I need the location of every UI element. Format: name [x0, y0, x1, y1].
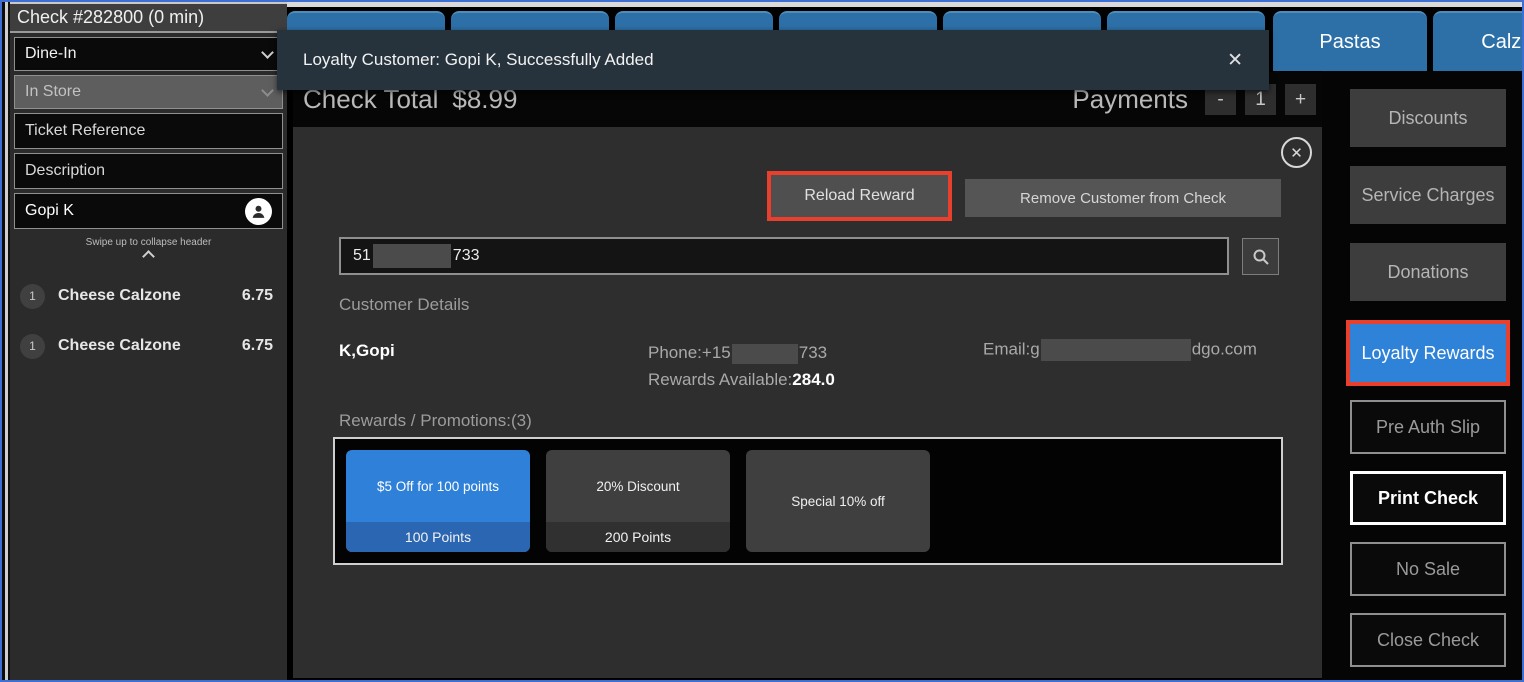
person-icon[interactable]: [245, 198, 272, 225]
reward-title: Special 10% off: [746, 450, 930, 552]
window-left-edge: [2, 2, 10, 680]
phone-label: Phone:: [648, 343, 702, 362]
quantity-badge: 1: [20, 284, 45, 309]
loyalty-rewards-panel: ✕ Reload Reward Remove Customer from Che…: [293, 127, 1322, 678]
discounts-button[interactable]: Discounts: [1350, 89, 1506, 147]
chevron-down-icon: [261, 84, 274, 97]
reload-reward-button[interactable]: Reload Reward: [771, 175, 948, 217]
redaction-box: [1041, 339, 1191, 361]
reward-card[interactable]: 20% Discount 200 Points: [546, 450, 730, 552]
item-price: 6.75: [242, 287, 273, 305]
quantity-badge: 1: [20, 334, 45, 359]
chevron-down-icon: [261, 46, 274, 59]
phone-suffix: 733: [799, 343, 827, 362]
customer-name-field[interactable]: Gopi K: [14, 193, 283, 229]
customer-name-value: Gopi K: [25, 202, 74, 220]
reward-card[interactable]: Special 10% off: [746, 450, 930, 552]
loyalty-rewards-button[interactable]: Loyalty Rewards: [1350, 324, 1506, 382]
rewards-available-value: 284.0: [792, 370, 835, 389]
collapse-header-hint: Swipe up to collapse header: [10, 237, 287, 248]
pre-auth-slip-button[interactable]: Pre Auth Slip: [1350, 400, 1506, 454]
print-check-button[interactable]: Print Check: [1350, 471, 1506, 525]
donations-button[interactable]: Donations: [1350, 243, 1506, 301]
reward-title: 20% Discount: [546, 450, 730, 522]
annotation-highlight: Loyalty Rewards: [1346, 320, 1510, 386]
rewards-available-label: Rewards Available:: [648, 370, 792, 389]
rewards-available: Rewards Available:284.0: [648, 366, 835, 393]
order-type-dropdown[interactable]: Dine-In: [14, 37, 283, 71]
reward-points: 100 Points: [346, 522, 530, 552]
panel-close-icon[interactable]: ✕: [1281, 137, 1312, 168]
annotation-highlight: Reload Reward: [767, 171, 952, 221]
rewards-promotions-label: Rewards / Promotions:(3): [339, 411, 532, 431]
toast-message: Loyalty Customer: Gopi K, Successfully A…: [303, 50, 654, 70]
service-charges-button[interactable]: Service Charges: [1350, 166, 1506, 224]
ticket-reference-placeholder: Ticket Reference: [25, 122, 145, 140]
customer-phone: Phone:+15 733: [648, 339, 835, 366]
description-placeholder: Description: [25, 162, 105, 180]
check-header: Check #282800 (0 min): [10, 2, 287, 33]
no-sale-button[interactable]: No Sale: [1350, 542, 1506, 596]
rewards-container: $5 Off for 100 points 100 Points 20% Dis…: [333, 437, 1283, 565]
reward-points: 200 Points: [546, 522, 730, 552]
remove-customer-button[interactable]: Remove Customer from Check: [965, 179, 1281, 217]
redaction-box: [373, 244, 451, 268]
phone-rewards-column: Phone:+15 733 Rewards Available:284.0: [648, 339, 835, 393]
order-type-value: Dine-In: [25, 45, 77, 63]
ticket-reference-input[interactable]: Ticket Reference: [14, 113, 283, 149]
customer-email: Email:g dgo.com: [983, 339, 1257, 361]
phone-prefix: +15: [702, 343, 731, 362]
item-name: Cheese Calzone: [58, 287, 242, 305]
chevron-up-icon[interactable]: [142, 250, 155, 263]
description-input[interactable]: Description: [14, 153, 283, 189]
order-mode-dropdown[interactable]: In Store: [14, 75, 283, 109]
search-value-prefix: 51: [353, 247, 371, 265]
loyalty-search-input[interactable]: 51 733: [339, 237, 1229, 275]
loyalty-toast: Loyalty Customer: Gopi K, Successfully A…: [277, 30, 1269, 90]
email-suffix: dgo.com: [1192, 339, 1257, 358]
reward-card-selected[interactable]: $5 Off for 100 points 100 Points: [346, 450, 530, 552]
email-prefix: g: [1030, 339, 1039, 358]
customer-full-name: K,Gopi: [339, 341, 395, 361]
list-item[interactable]: 1 Cheese Calzone 6.75: [10, 271, 287, 321]
payments-plus-button[interactable]: +: [1285, 84, 1316, 115]
tab-calzones[interactable]: Calzones: [1433, 11, 1522, 71]
order-items-list: 1 Cheese Calzone 6.75 1 Cheese Calzone 6…: [10, 271, 287, 371]
check-sidebar: Check #282800 (0 min) Dine-In In Store T…: [10, 2, 287, 680]
customer-details-label: Customer Details: [339, 295, 469, 315]
close-check-button[interactable]: Close Check: [1350, 613, 1506, 667]
reward-title: $5 Off for 100 points: [346, 450, 530, 522]
actions-sidebar: Discounts Service Charges Donations Loya…: [1322, 71, 1522, 680]
close-icon[interactable]: ✕: [1227, 49, 1243, 72]
search-icon: [1251, 247, 1271, 267]
order-mode-value: In Store: [25, 83, 81, 101]
item-price: 6.75: [242, 337, 273, 355]
search-value-suffix: 733: [453, 247, 480, 265]
item-name: Cheese Calzone: [58, 337, 242, 355]
tab-pastas[interactable]: Pastas: [1273, 11, 1427, 71]
search-button[interactable]: [1242, 238, 1279, 275]
email-label: Email:: [983, 339, 1030, 358]
redaction-box: [732, 344, 798, 364]
list-item[interactable]: 1 Cheese Calzone 6.75: [10, 321, 287, 371]
